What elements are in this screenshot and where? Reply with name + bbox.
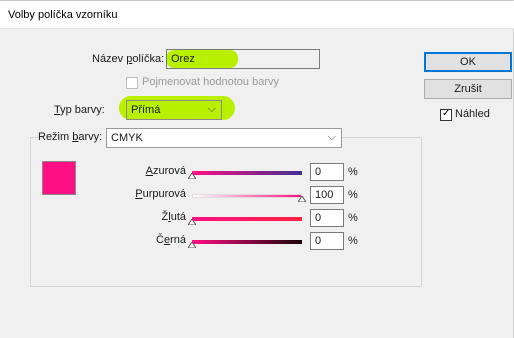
- cyan-slider[interactable]: [192, 171, 302, 175]
- yellow-label: Žlutá: [161, 211, 186, 223]
- swatch-name-input[interactable]: Orez: [166, 49, 320, 69]
- color-type-label: Typ barvy:: [54, 104, 105, 116]
- black-label: Černá: [156, 234, 186, 246]
- swatch-name-label: Název políčka:: [92, 53, 165, 65]
- black-slider[interactable]: [192, 240, 302, 244]
- color-type-select[interactable]: Přímá ⌵: [126, 100, 222, 120]
- magenta-label: Purpurová: [135, 188, 186, 200]
- cyan-slider-thumb[interactable]: [188, 173, 196, 179]
- magenta-percent: %: [348, 189, 358, 201]
- name-with-value-label: Pojmenovat hodnotou barvy: [142, 76, 279, 88]
- yellow-value-input[interactable]: 0: [310, 209, 344, 227]
- title-bar: Volby políčka vzorníku: [0, 1, 514, 29]
- black-value-input[interactable]: 0: [310, 232, 344, 250]
- color-mode-label: Režim barvy:: [38, 131, 107, 143]
- yellow-percent: %: [348, 212, 358, 224]
- name-with-value-checkbox[interactable]: [126, 77, 138, 89]
- magenta-slider-thumb[interactable]: [298, 196, 306, 202]
- cyan-percent: %: [348, 166, 358, 178]
- yellow-slider[interactable]: [192, 217, 302, 221]
- ok-button[interactable]: OK: [424, 52, 512, 72]
- black-slider-thumb[interactable]: [188, 242, 196, 248]
- preview-checkbox[interactable]: [440, 108, 452, 121]
- cyan-value-input[interactable]: 0: [310, 163, 344, 181]
- cyan-label: Azurová: [145, 165, 186, 177]
- chevron-down-icon: ⌵: [207, 103, 216, 115]
- color-swatch-preview: [42, 161, 76, 195]
- swatch-options-dialog: Volby políčka vzorníku Název políčka: Or…: [0, 0, 514, 338]
- magenta-slider[interactable]: [192, 194, 302, 198]
- color-mode-group: [30, 137, 422, 287]
- magenta-value-input[interactable]: 100: [310, 186, 344, 204]
- black-percent: %: [348, 235, 358, 247]
- color-mode-select[interactable]: CMYK ⌵: [106, 128, 342, 148]
- cancel-button[interactable]: Zrušit: [424, 79, 512, 99]
- chevron-down-icon: ⌵: [327, 131, 336, 143]
- preview-label: Náhled: [455, 108, 490, 120]
- yellow-slider-thumb[interactable]: [188, 219, 196, 225]
- dialog-title: Volby políčka vzorníku: [8, 9, 118, 21]
